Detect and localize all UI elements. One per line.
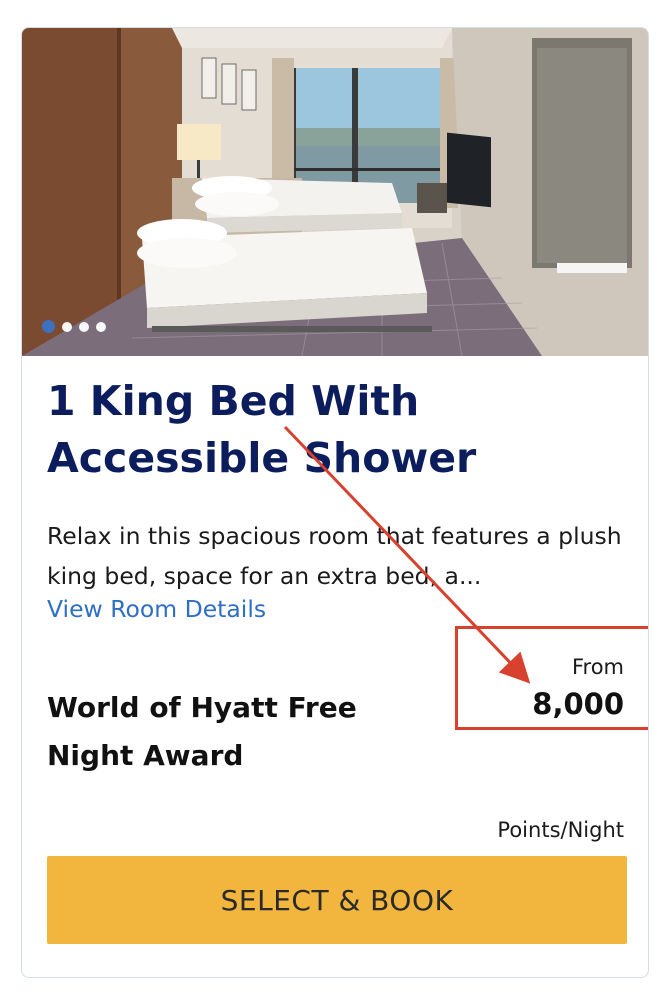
carousel-dot-2[interactable] [62, 321, 72, 332]
carousel-dot-4[interactable] [96, 321, 106, 332]
carousel-dot-3[interactable] [79, 321, 89, 332]
room-description: Relax in this spacious room that feature… [47, 522, 622, 590]
room-photo[interactable] [22, 28, 648, 356]
view-room-details-link[interactable]: View Room Details [47, 590, 266, 628]
room-title: 1 King Bed With Accessible Shower [47, 377, 477, 482]
carousel-indicators [42, 320, 106, 333]
room-card: 1 King Bed With Accessible Shower Relax … [21, 27, 649, 978]
carousel-dot-1[interactable] [42, 320, 55, 333]
room-photo-illustration [22, 28, 648, 356]
points-per-night-label: Points/Night [497, 818, 624, 842]
points-price: 8,000 [532, 687, 624, 721]
select-and-book-button[interactable]: SELECT & BOOK [47, 856, 627, 944]
rate-name: World of Hyatt Free Night Award [47, 691, 357, 772]
from-label: From [571, 655, 624, 679]
